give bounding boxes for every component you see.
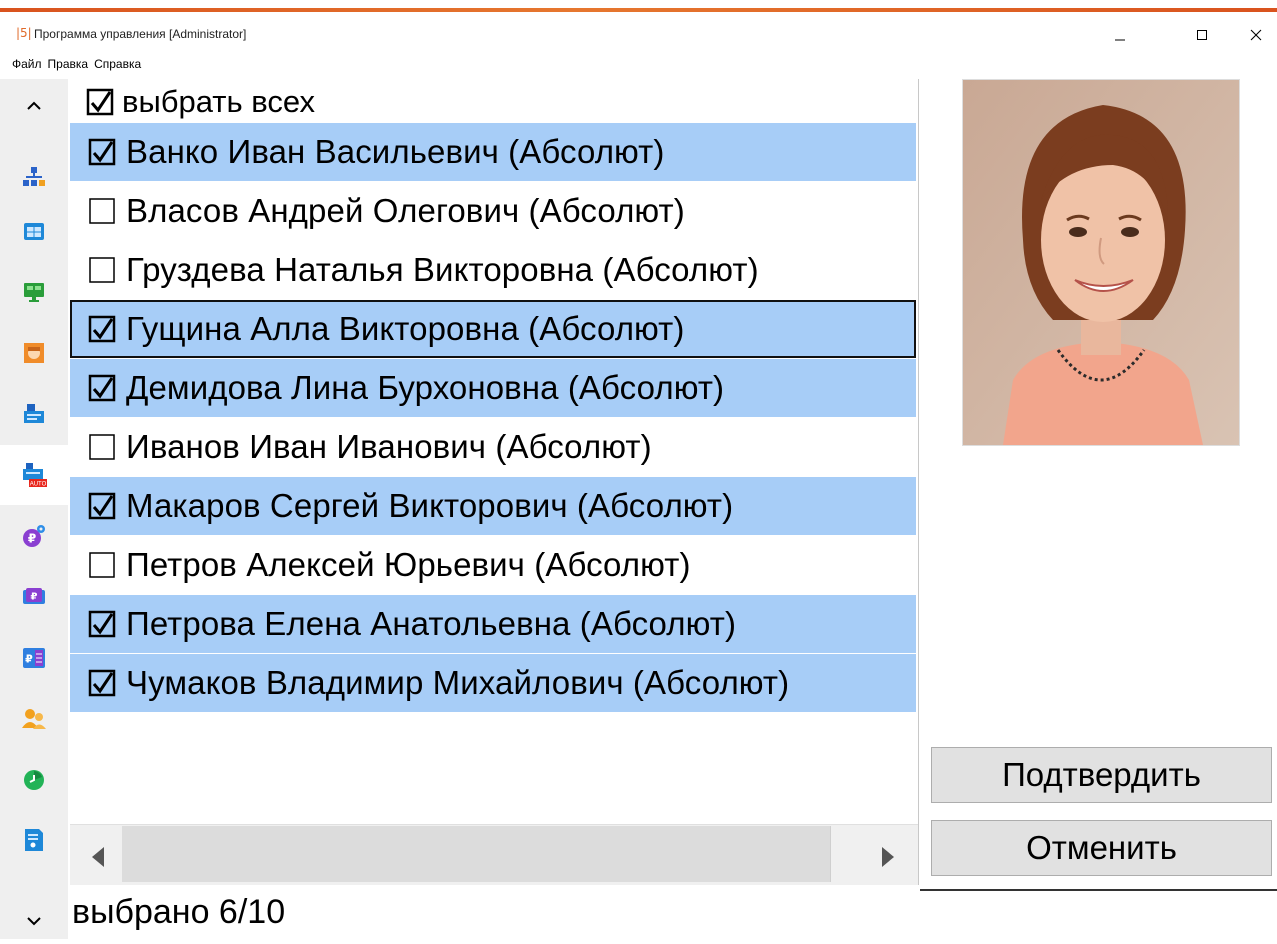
employee-name: Власов Андрей Олегович (Абсолют) [126, 192, 685, 229]
menu-file[interactable]: Файл [11, 57, 43, 71]
list-item[interactable]: Гущина Алла Викторовна (Абсолют) [70, 300, 916, 358]
ruble-card-icon: ₽ [23, 588, 45, 604]
list-item[interactable]: Петров Алексей Юрьевич (Абсолют) [70, 536, 916, 594]
scroll-right-button[interactable] [870, 843, 906, 871]
selection-count: выбрано 6/10 [72, 893, 286, 931]
employee-name: Груздева Наталья Викторовна (Абсолют) [126, 251, 759, 288]
list-item[interactable]: Власов Андрей Олегович (Абсолют) [70, 182, 916, 240]
window-accent-bar [0, 0, 1277, 13]
checkbox-checked-icon[interactable] [88, 492, 116, 520]
employee-name: Гущина Алла Викторовна (Абсолют) [126, 310, 685, 347]
window-title: Программа управления [Administrator] [34, 27, 247, 41]
org-structure-icon [23, 167, 45, 186]
employee-name: Ванко Иван Васильевич (Абсолют) [126, 133, 665, 170]
users-icon [22, 709, 46, 729]
employee-name: Петров Алексей Юрьевич (Абсолют) [126, 546, 691, 583]
minimize-button[interactable] [1097, 22, 1143, 48]
checkbox-unchecked-icon[interactable] [88, 197, 116, 225]
title-bar: |5| Программа управления [Administrator] [0, 22, 1277, 48]
ruble-settings-icon: ₽ [23, 525, 45, 547]
list-item[interactable]: Ванко Иван Васильевич (Абсолют) [70, 123, 916, 181]
horizontal-scrollbar[interactable] [70, 824, 918, 885]
ruble-card-glyph: ₽ [31, 592, 38, 603]
scroll-up-button[interactable] [0, 85, 68, 125]
printer-icon [24, 404, 44, 423]
checkbox-unchecked-icon[interactable] [88, 433, 116, 461]
printer-button[interactable] [0, 384, 68, 444]
printer-auto-icon: AUTO [23, 463, 47, 488]
checkbox-checked-icon[interactable] [88, 374, 116, 402]
ruble-card-button[interactable]: ₽ [0, 567, 68, 627]
checkbox-checked-icon [86, 88, 114, 116]
close-icon [1250, 29, 1262, 41]
monitor-icon [24, 283, 44, 302]
users-button[interactable] [0, 689, 68, 749]
ruble-settings-glyph: ₽ [28, 532, 36, 546]
list-item[interactable]: Петрова Елена Анатольевна (Абсолют) [70, 595, 916, 653]
report-button[interactable] [0, 810, 68, 870]
employee-name: Иванов Иван Иванович (Абсолют) [126, 428, 652, 465]
app-logo-icon: |5| [16, 26, 32, 40]
menu-help[interactable]: Справка [93, 57, 142, 71]
minimize-icon [1115, 39, 1125, 41]
person-portrait-image [963, 80, 1239, 445]
ruble-document-icon: ₽ [23, 648, 45, 668]
checkbox-checked-icon[interactable] [88, 669, 116, 697]
list-item[interactable]: Макаров Сергей Викторович (Абсолют) [70, 477, 916, 535]
list-item[interactable]: Демидова Лина Бурхоновна (Абсолют) [70, 359, 916, 417]
checkbox-unchecked-icon[interactable] [88, 551, 116, 579]
list-item[interactable]: Чумаков Владимир Михайлович (Абсолют) [70, 654, 916, 712]
employee-name: Демидова Лина Бурхоновна (Абсолют) [126, 369, 725, 406]
maximize-button[interactable] [1179, 22, 1225, 48]
face-id-icon [24, 343, 44, 363]
printer-auto-button[interactable]: AUTO [0, 445, 68, 505]
list-item[interactable]: Иванов Иван Иванович (Абсолют) [70, 418, 916, 476]
checkbox-checked-icon[interactable] [88, 315, 116, 343]
employee-name: Петрова Елена Анатольевна (Абсолют) [126, 605, 737, 642]
menu-bar: Файл Правка Справка [0, 57, 142, 75]
list-item[interactable]: Груздева Наталья Викторовна (Абсолют) [70, 241, 916, 299]
checkbox-checked-icon[interactable] [88, 610, 116, 638]
checkbox-checked-icon[interactable] [88, 138, 116, 166]
confirm-button[interactable]: Подтвердить [931, 747, 1272, 803]
ruble-document-button[interactable]: ₽ [0, 628, 68, 688]
calendar-icon [24, 223, 44, 240]
scroll-down-button[interactable] [0, 901, 68, 941]
chevron-up-icon [27, 101, 41, 110]
cancel-button[interactable]: Отменить [931, 820, 1272, 876]
employee-name: Макаров Сергей Викторович (Абсолют) [126, 487, 734, 524]
scroll-left-button[interactable] [80, 843, 116, 871]
triangle-right-icon [882, 847, 894, 867]
select-all-checkbox[interactable]: выбрать всех [86, 84, 315, 119]
ruble-document-glyph: ₽ [25, 653, 33, 666]
chevron-down-icon [27, 917, 41, 926]
clock-chart-button[interactable] [0, 750, 68, 810]
monitor-button[interactable] [0, 262, 68, 322]
employee-name: Чумаков Владимир Михайлович (Абсолют) [126, 664, 790, 701]
scrollbar-thumb[interactable] [122, 826, 831, 882]
triangle-left-icon [92, 847, 104, 867]
close-button[interactable] [1236, 22, 1276, 48]
clock-chart-icon [24, 770, 44, 790]
maximize-icon [1197, 30, 1207, 40]
calendar-button[interactable] [0, 201, 68, 261]
divider [920, 889, 1277, 891]
select-all-label: выбрать всех [122, 84, 315, 119]
employee-photo [962, 79, 1240, 446]
org-structure-button[interactable] [0, 147, 68, 207]
checkbox-unchecked-icon[interactable] [88, 256, 116, 284]
employee-list: выбрать всех Ванко Иван Васильевич (Абсо… [70, 79, 919, 885]
menu-edit[interactable]: Правка [47, 57, 90, 71]
left-toolbar: AUTO ₽ ₽ ₽ [0, 79, 68, 939]
report-icon [25, 829, 43, 851]
ruble-settings-button[interactable]: ₽ [0, 506, 68, 566]
face-id-button[interactable] [0, 323, 68, 383]
auto-badge-label: AUTO [30, 482, 47, 488]
